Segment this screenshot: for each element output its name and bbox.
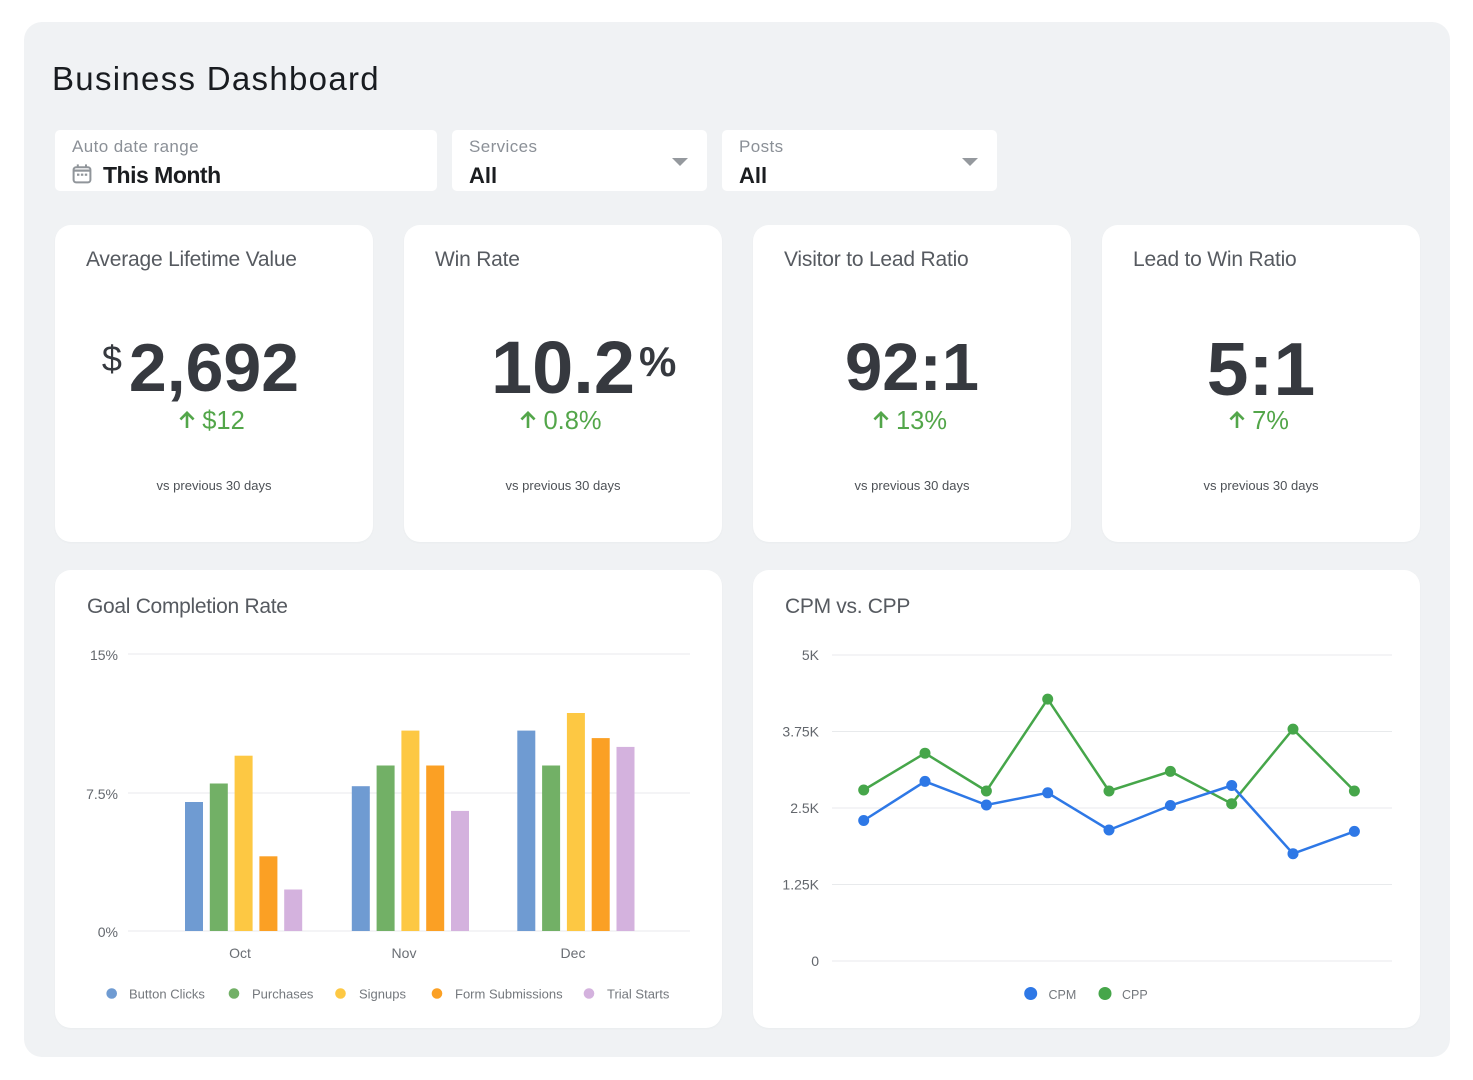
svg-text:Dec: Dec bbox=[561, 945, 586, 961]
svg-text:5K: 5K bbox=[802, 647, 820, 663]
svg-text:2.5K: 2.5K bbox=[790, 800, 819, 816]
svg-text:1.25K: 1.25K bbox=[782, 877, 819, 893]
svg-text:Button Clicks: Button Clicks bbox=[129, 987, 205, 1002]
svg-text:15%: 15% bbox=[90, 647, 118, 663]
svg-text:0%: 0% bbox=[98, 924, 118, 940]
svg-text:0: 0 bbox=[811, 953, 819, 969]
svg-text:Purchases: Purchases bbox=[252, 987, 314, 1002]
svg-text:Oct: Oct bbox=[229, 945, 251, 961]
svg-text:CPP: CPP bbox=[1122, 988, 1148, 1002]
svg-text:Nov: Nov bbox=[392, 945, 417, 961]
svg-text:3.75K: 3.75K bbox=[782, 724, 819, 740]
svg-text:CPM: CPM bbox=[1049, 988, 1077, 1002]
svg-text:Trial Starts: Trial Starts bbox=[607, 987, 670, 1002]
svg-text:7.5%: 7.5% bbox=[86, 786, 118, 802]
svg-text:Signups: Signups bbox=[359, 987, 406, 1002]
svg-text:Form Submissions: Form Submissions bbox=[455, 987, 563, 1002]
